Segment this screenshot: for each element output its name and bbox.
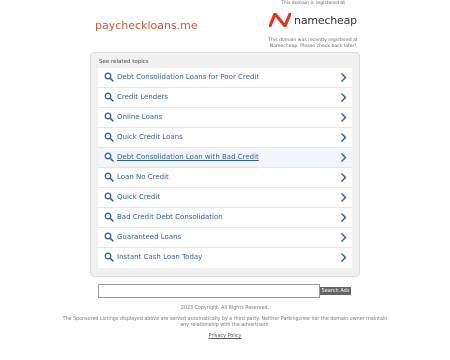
search-icon [104, 72, 114, 82]
related-link[interactable]: Credit Lenders [98, 88, 352, 108]
search-icon [104, 212, 114, 222]
privacy-policy-link[interactable]: Privacy Policy [209, 334, 242, 339]
related-link-label: Loan No Credit [117, 173, 169, 181]
chevron-right-icon [341, 193, 347, 202]
namecheap-logo-icon [269, 13, 292, 27]
namecheap-logo[interactable]: namecheap [264, 11, 362, 29]
related-link-label: Guaranteed Loans [117, 233, 182, 241]
chevron-right-icon [341, 153, 347, 162]
related-link-hovered[interactable]: Debt Consolidation Loan with Bad Credit [98, 148, 352, 168]
related-link[interactable]: Guaranteed Loans [98, 228, 352, 248]
search-icon [104, 152, 114, 162]
related-link-label: Instant Cash Loan Today [117, 253, 203, 261]
related-link[interactable]: Instant Cash Loan Today [98, 248, 352, 268]
disclaimer-text: The Sponsored Listings displayed above a… [62, 317, 388, 328]
search-icon [104, 232, 114, 242]
registrar-box: This domain is registered at namecheap T… [264, 1, 362, 49]
chevron-right-icon [341, 113, 347, 122]
related-link[interactable]: Quick Credit Loans [98, 128, 352, 148]
chevron-right-icon [341, 133, 347, 142]
search-icon [104, 112, 114, 122]
domain-name: paycheckloans.me [95, 19, 198, 32]
related-link-label: Quick Credit [117, 193, 161, 201]
search-icon [104, 192, 114, 202]
search-ads-button[interactable]: Search Ads [320, 287, 351, 295]
chevron-right-icon [341, 73, 347, 82]
chevron-right-icon [341, 93, 347, 102]
search-icon [104, 172, 114, 182]
search-icon [104, 92, 114, 102]
chevron-right-icon [341, 173, 347, 182]
related-link-label: Debt Consolidation Loans for Poor Credit [117, 73, 260, 81]
chevron-right-icon [341, 253, 347, 262]
related-link-label: Debt Consolidation Loan with Bad Credit [117, 153, 259, 161]
related-link[interactable]: Loan No Credit [98, 168, 352, 188]
related-topics-panel: See related topics Debt Consolidation Lo… [90, 52, 360, 277]
related-link[interactable]: Online Loans [98, 108, 352, 128]
registrar-notice: This domain is registered at [280, 1, 346, 6]
related-link-label: Credit Lenders [117, 93, 169, 101]
search-input[interactable] [98, 284, 320, 298]
related-topics-list: Debt Consolidation Loans for Poor Credit… [98, 68, 352, 268]
related-link[interactable]: Quick Credit [98, 188, 352, 208]
related-link[interactable]: Debt Consolidation Loans for Poor Credit [98, 68, 352, 88]
related-link-label: Online Loans [117, 113, 163, 121]
search-icon [104, 252, 114, 262]
chevron-right-icon [341, 213, 347, 222]
related-topics-title: See related topics [99, 59, 149, 65]
related-link-label: Bad Credit Debt Consolidation [117, 213, 223, 221]
search-icon [104, 132, 114, 142]
namecheap-logo-text: namecheap [294, 13, 357, 27]
registrar-note: This domain was recently registered at N… [268, 38, 358, 49]
copyright-text: 2023 Copyright. All Rights Reserved. [180, 306, 270, 311]
chevron-right-icon [341, 233, 347, 242]
related-link[interactable]: Bad Credit Debt Consolidation [98, 208, 352, 228]
related-link-label: Quick Credit Loans [117, 133, 183, 141]
privacy-policy-row: Privacy Policy [0, 334, 450, 339]
